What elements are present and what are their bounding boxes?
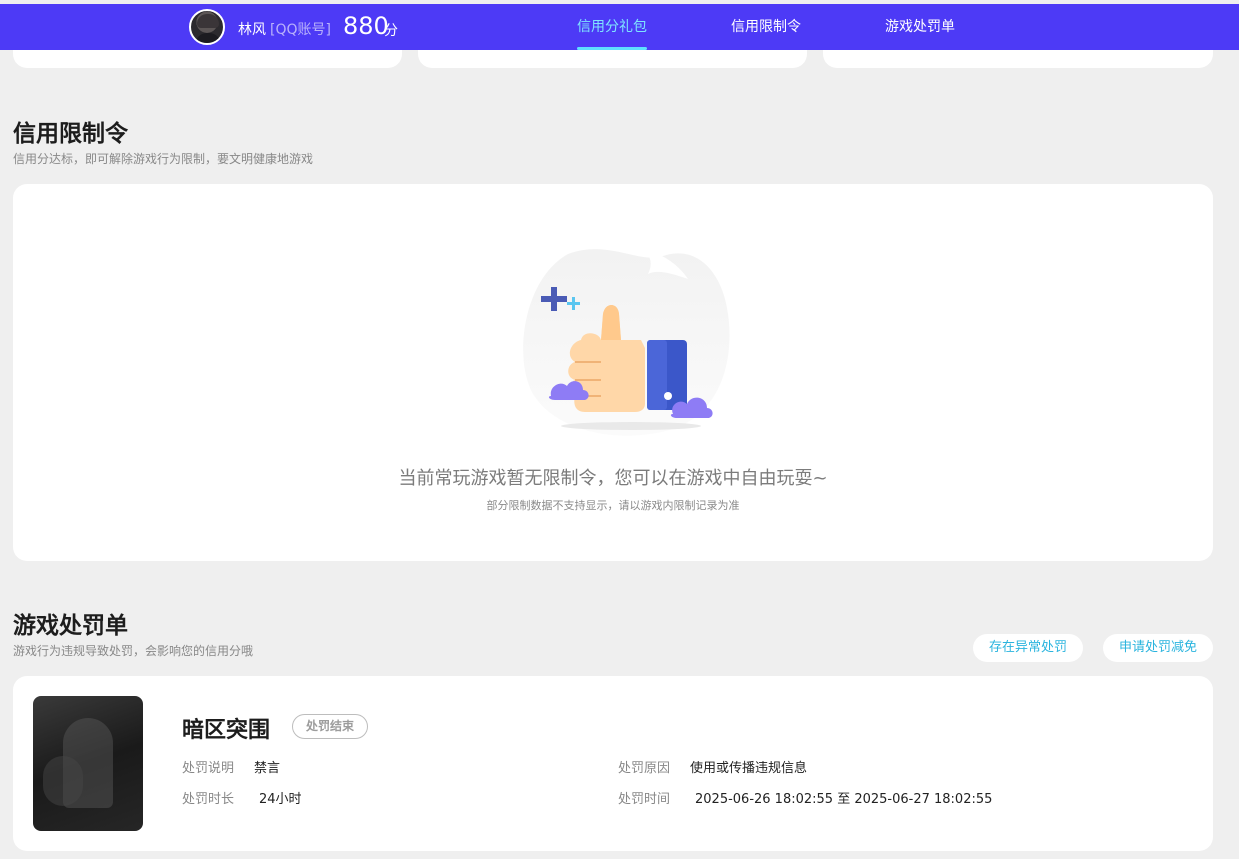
- empty-message: 当前常玩游戏暂无限制令，您可以在游戏中自由玩耍~: [398, 468, 828, 489]
- penalty-section-subtitle: 游戏行为违规导致处罚，会影响您的信用分哦: [13, 644, 254, 658]
- penalty-record-card[interactable]: 暗区突围 处罚结束 处罚说明 禁言 处罚原因 使用或传播违规信息 处罚时长 24…: [13, 676, 1213, 851]
- avatar-body: [195, 33, 221, 43]
- tab-credit-gift[interactable]: 信用分礼包: [577, 4, 647, 50]
- tab-credit-restriction[interactable]: 信用限制令: [731, 4, 801, 50]
- reason-label: 处罚原因: [618, 761, 671, 776]
- duration-value: 24小时: [259, 792, 302, 807]
- active-tab-underline: [577, 47, 647, 50]
- gift-card-2[interactable]: [418, 48, 807, 68]
- gift-card-1[interactable]: [13, 48, 402, 68]
- username: 林风: [238, 22, 266, 38]
- reason-value: 使用或传播违规信息: [690, 761, 808, 776]
- credit-score: 880: [343, 12, 389, 40]
- time-label: 处罚时间: [618, 792, 671, 807]
- restriction-empty-card: 当前常玩游戏暂无限制令，您可以在游戏中自由玩耍~ 部分限制数据不支持显示，请以游…: [13, 184, 1213, 561]
- credit-page: 林风 [QQ账号] 880 分 信用分礼包 信用限制令 游戏处罚单 信用限制令 …: [0, 0, 1239, 859]
- apply-reduction-button[interactable]: 申请处罚减免: [1103, 634, 1213, 662]
- tab-label: 信用分礼包: [577, 19, 647, 35]
- restriction-section-title: 信用限制令: [13, 121, 128, 147]
- top-nav-bar: 林风 [QQ账号] 880 分 信用分礼包 信用限制令 游戏处罚单: [0, 4, 1239, 50]
- game-name: 暗区突围: [182, 718, 271, 743]
- tab-label: 信用限制令: [731, 19, 801, 35]
- penalty-status-badge: 处罚结束: [292, 714, 369, 739]
- game-cover-image: [33, 696, 143, 831]
- gift-card-3[interactable]: [823, 48, 1213, 68]
- account-type: [QQ账号]: [270, 22, 331, 38]
- avatar[interactable]: [189, 9, 225, 45]
- credit-score-unit: 分: [384, 23, 398, 39]
- time-value: 2025-06-26 18:02:55 至 2025-06-27 18:02:5…: [695, 792, 993, 807]
- description-label: 处罚说明: [182, 761, 235, 776]
- avatar-hair: [197, 14, 219, 28]
- restriction-section-subtitle: 信用分达标，即可解除游戏行为限制，要文明健康地游戏: [13, 152, 314, 166]
- duration-label: 处罚时长: [182, 792, 235, 807]
- penalty-section-title: 游戏处罚单: [13, 613, 128, 639]
- abnormal-penalty-button[interactable]: 存在异常处罚: [973, 634, 1083, 662]
- description-value: 禁言: [254, 761, 281, 776]
- empty-note: 部分限制数据不支持显示，请以游戏内限制记录为准: [486, 499, 740, 512]
- thumbs-up-illustration: [523, 249, 730, 436]
- tab-label: 游戏处罚单: [885, 19, 955, 35]
- tab-game-penalty[interactable]: 游戏处罚单: [885, 4, 955, 50]
- cover-figure: [43, 756, 83, 806]
